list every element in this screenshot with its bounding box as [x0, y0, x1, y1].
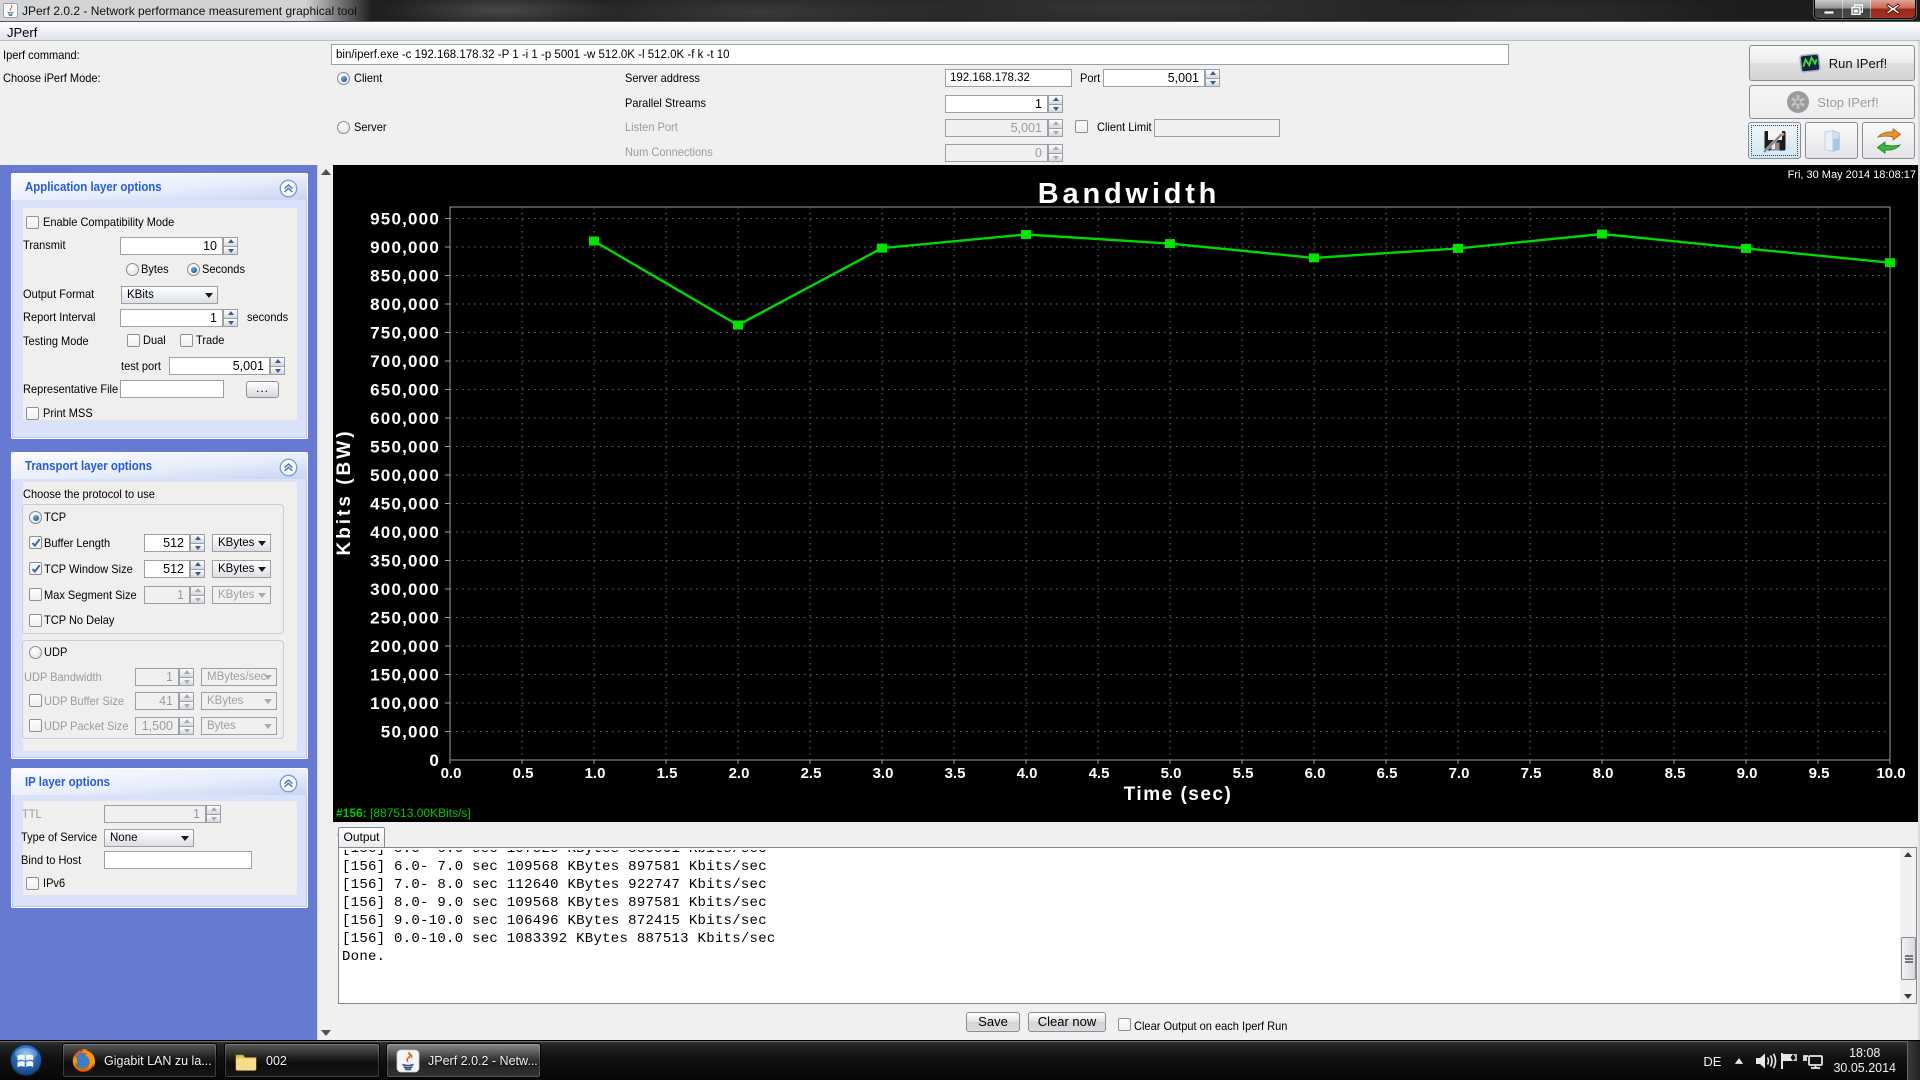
svg-text:4.0: 4.0	[1017, 765, 1038, 782]
svg-text:700,000: 700,000	[370, 352, 440, 371]
svg-text:Time (sec): Time (sec)	[1124, 784, 1233, 805]
svg-text:500,000: 500,000	[370, 466, 440, 485]
svg-text:Fri, 30 May 2014 18:08:17: Fri, 30 May 2014 18:08:17	[1788, 169, 1916, 181]
svg-text:9.5: 9.5	[1809, 765, 1830, 782]
svg-text:750,000: 750,000	[370, 324, 440, 343]
svg-text:5.0: 5.0	[1161, 765, 1182, 782]
svg-text:9.0: 9.0	[1737, 765, 1758, 782]
svg-text:600,000: 600,000	[370, 409, 440, 428]
svg-text:6.0: 6.0	[1305, 765, 1326, 782]
svg-text:#156: [887513.00KBits/s]: #156: [887513.00KBits/s]	[336, 806, 471, 820]
svg-text:3.0: 3.0	[873, 765, 894, 782]
svg-text:100,000: 100,000	[370, 694, 440, 713]
svg-text:0.5: 0.5	[513, 765, 534, 782]
svg-text:8.0: 8.0	[1593, 765, 1614, 782]
svg-text:10.0: 10.0	[1876, 765, 1905, 782]
svg-text:950,000: 950,000	[370, 210, 440, 229]
svg-text:1.0: 1.0	[585, 765, 606, 782]
svg-text:800,000: 800,000	[370, 295, 440, 314]
svg-text:550,000: 550,000	[370, 438, 440, 457]
svg-text:0.0: 0.0	[441, 765, 462, 782]
svg-text:300,000: 300,000	[370, 580, 440, 599]
svg-text:3.5: 3.5	[945, 765, 966, 782]
svg-text:200,000: 200,000	[370, 637, 440, 656]
svg-text:5.5: 5.5	[1233, 765, 1254, 782]
svg-text:Kbits (BW): Kbits (BW)	[334, 428, 355, 555]
svg-text:Bandwidth: Bandwidth	[1038, 178, 1220, 210]
svg-text:900,000: 900,000	[370, 238, 440, 257]
svg-text:350,000: 350,000	[370, 552, 440, 571]
svg-text:400,000: 400,000	[370, 523, 440, 542]
svg-text:2.0: 2.0	[729, 765, 750, 782]
svg-text:4.5: 4.5	[1089, 765, 1110, 782]
svg-text:1.5: 1.5	[657, 765, 678, 782]
svg-text:250,000: 250,000	[370, 609, 440, 628]
svg-text:8.5: 8.5	[1665, 765, 1686, 782]
svg-text:6.5: 6.5	[1377, 765, 1398, 782]
svg-text:7.0: 7.0	[1449, 765, 1470, 782]
svg-text:50,000: 50,000	[381, 723, 440, 742]
svg-text:0: 0	[429, 751, 440, 770]
svg-text:850,000: 850,000	[370, 267, 440, 286]
svg-text:2.5: 2.5	[801, 765, 822, 782]
svg-text:650,000: 650,000	[370, 381, 440, 400]
svg-text:7.5: 7.5	[1521, 765, 1542, 782]
svg-text:450,000: 450,000	[370, 495, 440, 514]
svg-text:150,000: 150,000	[370, 666, 440, 685]
